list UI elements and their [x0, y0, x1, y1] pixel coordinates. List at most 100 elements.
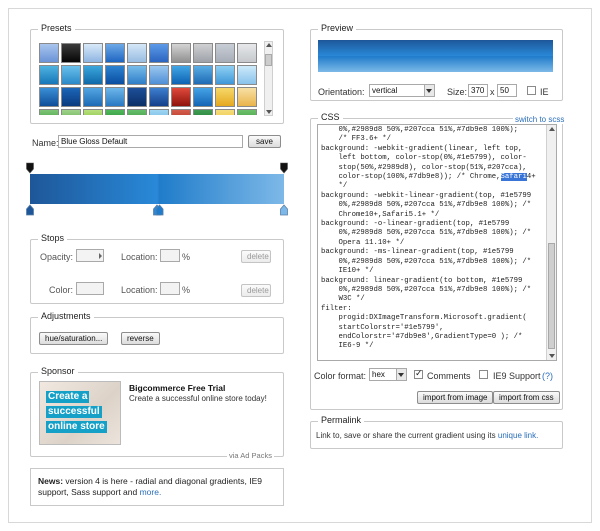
preset-swatch[interactable] — [83, 43, 103, 63]
preset-swatch[interactable] — [61, 65, 81, 85]
preset-swatch[interactable] — [127, 65, 147, 85]
color-swatch-input[interactable] — [76, 282, 104, 295]
preset-swatch[interactable] — [127, 43, 147, 63]
preset-swatch[interactable] — [105, 65, 125, 85]
ie-checkbox[interactable] — [527, 86, 536, 95]
preset-swatch[interactable] — [149, 109, 169, 115]
css-code[interactable]: 0%,#2989d8 50%,#207cca 51%,#7db9e8 100%)… — [321, 126, 546, 358]
color-location-input[interactable] — [160, 282, 180, 295]
css-legend: CSS — [318, 112, 343, 122]
opacity-stop-marker[interactable] — [280, 162, 288, 174]
import-from-image-button[interactable]: import from image — [417, 391, 494, 404]
scroll-down-icon[interactable] — [266, 110, 272, 114]
preset-swatch[interactable] — [215, 43, 235, 63]
size-height-input[interactable]: 50 — [497, 84, 517, 97]
preset-swatch[interactable] — [193, 109, 213, 115]
color-percent: % — [182, 285, 191, 295]
preset-swatch[interactable] — [149, 65, 169, 85]
css-code-line: /* FF3.6+ */ — [321, 135, 392, 144]
preset-swatch[interactable] — [149, 43, 169, 63]
color-format-select[interactable]: hex — [369, 368, 407, 381]
preset-swatch[interactable] — [105, 43, 125, 63]
preset-swatch[interactable] — [237, 43, 257, 63]
preset-swatch[interactable] — [215, 87, 235, 107]
save-button[interactable]: save — [248, 135, 281, 148]
switch-to-scss-link[interactable]: switch to scss — [513, 115, 567, 124]
preset-swatch[interactable] — [171, 87, 191, 107]
opacity-location-input[interactable] — [160, 249, 180, 262]
ie9-help-link[interactable]: (?) — [542, 371, 553, 381]
stops-legend: Stops — [38, 233, 68, 243]
scroll-up-icon[interactable] — [266, 43, 272, 47]
ie-label: IE — [540, 87, 549, 97]
preset-swatch[interactable] — [105, 109, 125, 115]
css-code-line: filter: — [321, 304, 352, 313]
preset-swatch[interactable] — [61, 87, 81, 107]
preset-swatch[interactable] — [127, 87, 147, 107]
name-input[interactable]: Blue Gloss Default — [58, 135, 243, 148]
preset-swatch[interactable] — [149, 87, 169, 107]
reverse-button[interactable]: reverse — [121, 332, 160, 345]
preset-swatch[interactable] — [193, 87, 213, 107]
gradient-editor[interactable] — [24, 160, 290, 216]
color-stop-marker[interactable] — [26, 204, 34, 216]
opacity-input[interactable] — [76, 249, 104, 262]
sponsor-title[interactable]: Bigcommerce Free Trial — [129, 383, 225, 393]
preset-swatch[interactable] — [83, 65, 103, 85]
presets-grid — [39, 43, 264, 115]
size-x-label: x — [490, 87, 495, 97]
preset-swatch[interactable] — [39, 87, 59, 107]
orientation-select[interactable]: vertical — [369, 84, 435, 97]
presets-scrollbar[interactable] — [264, 41, 273, 116]
scrollbar-thumb[interactable] — [265, 54, 272, 66]
opacity-delete-button[interactable]: delete — [241, 250, 271, 263]
preset-swatch[interactable] — [237, 65, 257, 85]
preset-swatch[interactable] — [171, 43, 191, 63]
preset-swatch[interactable] — [127, 109, 147, 115]
news-more-link[interactable]: more. — [140, 487, 162, 497]
css-code-line: endColorstr='#7db9e8',GradientType=0 ); … — [321, 332, 523, 341]
size-width-input[interactable]: 370 — [468, 84, 488, 97]
unique-link[interactable]: unique link. — [498, 431, 538, 440]
sponsor-text: Create a successful online store today! — [129, 394, 267, 403]
ie9-support-checkbox[interactable] — [479, 370, 488, 379]
ad-line-3: online store — [46, 421, 107, 433]
ad-line-2: successful — [46, 406, 102, 418]
sponsor-ad-image[interactable]: Create a successful online store — [39, 381, 121, 445]
news-text: News: version 4 is here - radial and dia… — [38, 476, 273, 498]
preset-swatch[interactable] — [83, 87, 103, 107]
selected-text-highlight: Safari — [500, 173, 527, 182]
preset-swatch[interactable] — [39, 65, 59, 85]
color-stop-marker[interactable] — [280, 204, 288, 216]
preset-swatch[interactable] — [171, 65, 191, 85]
preset-swatch[interactable] — [193, 65, 213, 85]
import-from-css-button[interactable]: import from css — [493, 391, 560, 404]
css-scrollbar-thumb[interactable] — [548, 243, 555, 349]
sponsor-via[interactable]: via Ad Packs — [227, 451, 274, 460]
css-code-line: Opera 11.10+ */ — [321, 238, 405, 247]
preset-swatch[interactable] — [193, 43, 213, 63]
preset-swatch[interactable] — [61, 43, 81, 63]
preset-swatch[interactable] — [171, 109, 191, 115]
preset-swatch[interactable] — [61, 109, 81, 115]
preset-swatch[interactable] — [237, 109, 257, 115]
comments-checkbox[interactable] — [414, 368, 423, 379]
preset-swatch[interactable] — [215, 65, 235, 85]
color-label: Color: — [49, 285, 74, 295]
opacity-stop-marker[interactable] — [26, 162, 34, 174]
preset-swatch[interactable] — [39, 43, 59, 63]
css-scroll-up-icon[interactable] — [549, 127, 555, 131]
css-scrollbar[interactable] — [546, 125, 556, 360]
css-code-line: W3C */ — [321, 295, 365, 304]
preset-swatch[interactable] — [237, 87, 257, 107]
css-scroll-down-icon[interactable] — [549, 354, 555, 358]
preset-swatch[interactable] — [39, 109, 59, 115]
preset-swatch[interactable] — [83, 109, 103, 115]
preset-swatch[interactable] — [105, 87, 125, 107]
hue-saturation-button[interactable]: hue/saturation... — [39, 332, 109, 345]
gradient-bar[interactable] — [30, 174, 284, 204]
preset-swatch[interactable] — [215, 109, 235, 115]
color-delete-button[interactable]: delete — [241, 284, 271, 297]
color-format-value: hex — [372, 370, 385, 379]
css-code-line: color-stop(100%,#7db9e8)); /* Chrome,Saf… — [321, 173, 536, 182]
